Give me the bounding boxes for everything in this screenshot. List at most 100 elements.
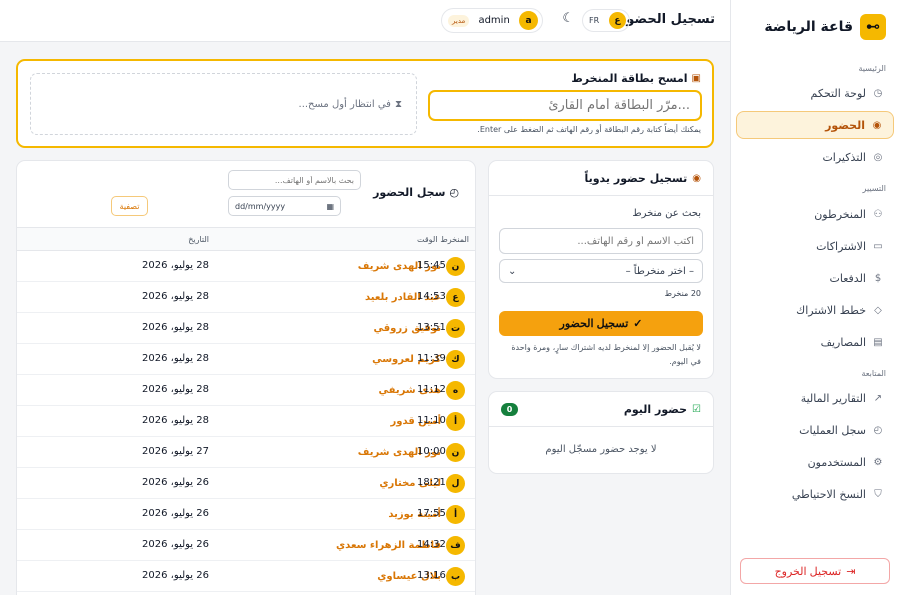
scan-title: ▣ امسح بطاقة المنخرط bbox=[571, 72, 701, 85]
users-icon: ⚇ bbox=[873, 208, 883, 220]
topbar: تسجيل الحضور FR ع ☾ a admin مدير bbox=[0, 0, 730, 42]
user-name: admin bbox=[478, 15, 510, 26]
time-cell: 14:53 bbox=[417, 291, 446, 302]
sidebar-item-reports[interactable]: ↗ التقارير المالية bbox=[736, 384, 894, 412]
member-search-input[interactable] bbox=[499, 228, 703, 254]
fingerprint-icon: ◉ bbox=[692, 172, 701, 184]
sidebar-item-activity-log[interactable]: ◴ سجل العمليات bbox=[736, 416, 894, 444]
time-cell: 15:45 bbox=[417, 260, 446, 271]
chart-icon: ↗ bbox=[873, 392, 883, 404]
member-select[interactable]: – اختر منخرطاً – ⌄ bbox=[499, 259, 703, 283]
dashboard-icon: ◷ bbox=[873, 87, 883, 99]
member-avatar: ل bbox=[446, 474, 465, 493]
table-row[interactable]: ب بلال عيساوي 26 يوليو، 2026 13:16 bbox=[17, 561, 475, 592]
moon-icon[interactable]: ☾ bbox=[562, 11, 574, 26]
scan-result-area: ⧗ في انتظار أول مسح... bbox=[30, 73, 417, 135]
time-cell: 17:55 bbox=[417, 508, 446, 519]
calendar-icon: ▦ bbox=[326, 201, 334, 211]
table-row[interactable]: ت توفيق زروقي 28 يوليو، 2026 13:51 bbox=[17, 313, 475, 344]
column-date: التاريخ bbox=[188, 235, 209, 244]
sidebar-item-subscriptions[interactable]: ▭ الاشتراكات bbox=[736, 232, 894, 260]
logout-button[interactable]: ⇥ تسجيل الخروج bbox=[740, 558, 890, 584]
fingerprint-icon: ◉ bbox=[872, 119, 882, 131]
date-cell: 27 يوليو، 2026 bbox=[142, 446, 209, 457]
sidebar-item-payments[interactable]: $ الدفعات bbox=[736, 264, 894, 292]
time-cell: 11:10 bbox=[417, 415, 446, 426]
today-empty-message: لا يوجد حضور مسجّل اليوم bbox=[545, 444, 657, 455]
member-avatar: ه bbox=[446, 381, 465, 400]
record-attendance-button[interactable]: ✓ تسجيل الحضور bbox=[499, 311, 703, 336]
chevron-down-icon: ⌄ bbox=[508, 265, 517, 277]
avatar: a bbox=[519, 11, 538, 30]
check-icon: ✓ bbox=[633, 318, 643, 330]
time-cell: 11:12 bbox=[417, 384, 446, 395]
sidebar-item-members[interactable]: ⚇ المنخرطون bbox=[736, 200, 894, 228]
member-avatar: أ bbox=[446, 412, 465, 431]
date-cell: 28 يوليو، 2026 bbox=[142, 260, 209, 271]
sidebar-item-users[interactable]: ⚙ المستخدمون bbox=[736, 448, 894, 476]
manual-note: لا يُقبل الحضور إلا لمنخرط لديه اشتراك س… bbox=[511, 343, 701, 366]
time-cell: 10:00 bbox=[417, 446, 446, 457]
user-cog-icon: ⚙ bbox=[873, 456, 883, 468]
scan-hint: يمكنك أيضاً كتابة رقم البطاقة أو رقم اله… bbox=[477, 125, 701, 134]
table-row[interactable]: أ أمين قدور 28 يوليو، 2026 11:10 bbox=[17, 406, 475, 437]
sidebar-item-plans[interactable]: ◇ خطط الاشتراك bbox=[736, 296, 894, 324]
member-avatar: ن bbox=[446, 257, 465, 276]
role-badge: مدير bbox=[448, 14, 470, 27]
time-cell: 13:51 bbox=[417, 322, 446, 333]
filter-button[interactable]: تصفية bbox=[111, 196, 148, 216]
sidebar-item-expenses[interactable]: ▤ المصاريف bbox=[736, 328, 894, 356]
calendar-check-icon: ☑ bbox=[692, 403, 701, 415]
attendance-search-input[interactable] bbox=[228, 170, 361, 190]
time-cell: 13:16 bbox=[417, 570, 446, 581]
nav-section-management: التسيير bbox=[862, 184, 886, 193]
language-switcher[interactable]: FR ع bbox=[582, 9, 630, 32]
table-row[interactable]: ن نور الهدى شريف 28 يوليو، 2026 15:45 bbox=[17, 251, 475, 282]
whatsapp-icon: ◎ bbox=[873, 151, 883, 163]
table-row[interactable]: أ أمينة بوزيد 26 يوليو، 2026 17:55 bbox=[17, 499, 475, 530]
brand[interactable]: ⊶ قاعة الرياضة bbox=[731, 0, 900, 44]
member-cell: ع عبد القادر بلعيد bbox=[365, 288, 465, 307]
id-card-icon: ▣ bbox=[691, 73, 701, 84]
logout-icon: ⇥ bbox=[846, 565, 856, 578]
member-avatar: ع bbox=[446, 288, 465, 307]
table-header: المنخرط التاريخ الوقت bbox=[17, 227, 475, 251]
table-row[interactable]: ل ليلى مختاري 26 يوليو، 2026 18:21 bbox=[17, 468, 475, 499]
table-row[interactable]: ن نور الهدى شريف 27 يوليو، 2026 10:00 bbox=[17, 437, 475, 468]
today-attendance-header: ☑ حضور اليوم 0 bbox=[489, 392, 713, 427]
sidebar-item-attendance[interactable]: ◉ الحضور bbox=[736, 111, 894, 139]
date-cell: 26 يوليو، 2026 bbox=[142, 539, 209, 550]
attendance-log-title: ◴ سجل الحضور bbox=[373, 186, 459, 199]
member-avatar: ك bbox=[446, 350, 465, 369]
page-title: تسجيل الحضور bbox=[618, 12, 715, 27]
lang-ar-option[interactable]: ع bbox=[609, 12, 626, 29]
user-menu[interactable]: a admin مدير bbox=[441, 8, 543, 33]
today-attendance-card: ☑ حضور اليوم 0 لا يوجد حضور مسجّل اليوم bbox=[488, 391, 714, 474]
sidebar-item-reminders[interactable]: ◎ التذكيرات bbox=[736, 143, 894, 171]
date-cell: 28 يوليو، 2026 bbox=[142, 353, 209, 364]
lang-fr-option[interactable]: FR bbox=[589, 16, 599, 25]
tag-icon: ◇ bbox=[874, 304, 882, 316]
manual-checkin-card: ◉ تسجيل حضور يدوياً بحث عن منخرط – اختر … bbox=[488, 160, 714, 379]
shield-icon: ⛉ bbox=[874, 488, 882, 500]
member-avatar: ف bbox=[446, 536, 465, 555]
date-cell: 28 يوليو، 2026 bbox=[142, 415, 209, 426]
date-filter-input[interactable]: dd/mm/yyyy ▦ bbox=[228, 196, 341, 216]
date-cell: 26 يوليو، 2026 bbox=[142, 570, 209, 581]
table-row[interactable]: ع عبد القادر بلعيد 28 يوليو، 2026 14:53 bbox=[17, 282, 475, 313]
member-count: 20 منخرط bbox=[664, 289, 701, 298]
table-row[interactable]: ه هدى شريفي 28 يوليو، 2026 11:12 bbox=[17, 375, 475, 406]
sidebar-item-dashboard[interactable]: ◷ لوحة التحكم bbox=[736, 79, 894, 107]
table-row[interactable]: ك كريم لعروسي 28 يوليو، 2026 11:39 bbox=[17, 344, 475, 375]
sidebar-item-backup[interactable]: ⛉ النسخ الاحتياطي bbox=[736, 480, 894, 508]
brand-name: قاعة الرياضة bbox=[764, 19, 853, 35]
member-cell: ن نور الهدى شريف bbox=[358, 443, 465, 462]
time-cell: 11:39 bbox=[417, 353, 446, 364]
today-count-badge: 0 bbox=[501, 402, 518, 416]
table-row[interactable]: ف فاطمة الزهراء سعدي 26 يوليو، 2026 14:32 bbox=[17, 530, 475, 561]
card-scan-input[interactable] bbox=[428, 90, 702, 121]
date-cell: 28 يوليو، 2026 bbox=[142, 384, 209, 395]
history-icon: ◴ bbox=[449, 186, 459, 199]
column-time: الوقت bbox=[417, 235, 438, 244]
member-avatar: ن bbox=[446, 443, 465, 462]
